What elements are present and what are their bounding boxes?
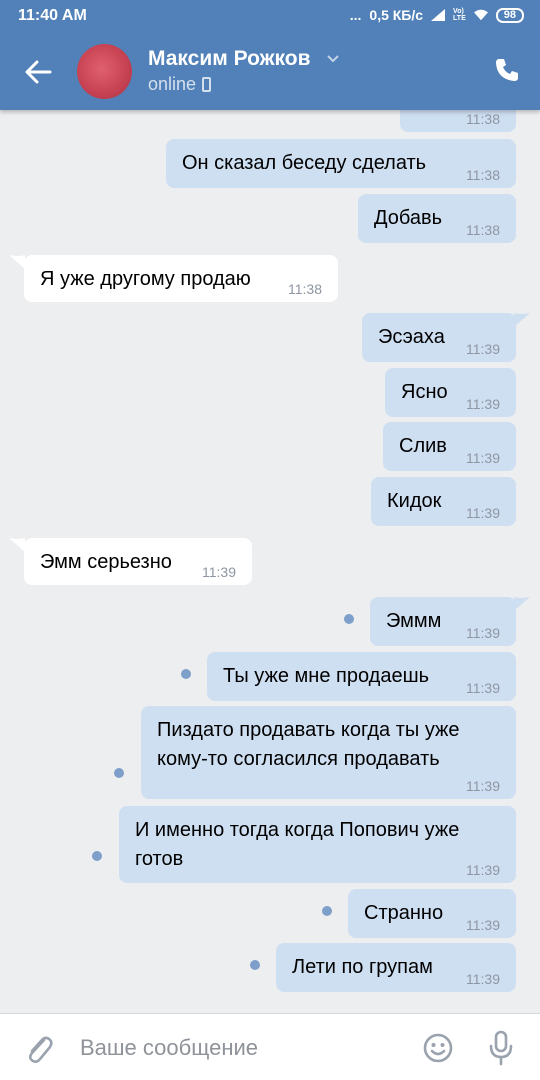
microphone-icon[interactable] [487,1030,515,1066]
message-bubble[interactable]: Эммм 11:39 [370,597,516,646]
lte-bottom: LTE [453,15,466,22]
status-time: 11:40 AM [18,7,87,24]
battery-icon: 98 [495,7,524,23]
unread-indicator [92,851,102,861]
message-bubble[interactable]: Слив 11:39 [383,422,516,471]
emoji-icon[interactable] [422,1032,454,1064]
bubble-tail [514,597,530,611]
message-time: 11:38 [288,281,322,297]
message-time: 11:38 [466,222,500,238]
message-text: Ясно [401,381,448,403]
message-text: Ты уже мне продаешь [223,665,430,687]
message-bubble[interactable]: Добавь 11:38 [358,194,516,243]
message-line: И именно тогда когда Попович уже [135,819,460,841]
message-text: Странно [364,902,444,924]
message-text: Эсэаха [378,326,445,348]
message-bubble[interactable]: Странно 11:39 [348,889,516,938]
message-text: Я уже другому продаю [40,268,251,290]
message-time: 11:39 [466,341,500,357]
unread-indicator [114,768,124,778]
unread-indicator [250,960,260,970]
message-list[interactable]: Все 11:38 Он сказал беседу сделать 11:38… [0,110,540,1013]
bubble-tail [514,313,530,327]
message-bubble[interactable]: Ты уже мне продаешь 11:39 [207,652,516,701]
message-text: Пиздато продавать когда ты уже кому-то с… [157,716,460,774]
message-text: И именно тогда когда Попович уже готов [135,816,459,874]
message-text: Все [416,110,450,119]
message-time: 11:39 [466,505,500,521]
unread-indicator [181,669,191,679]
presence-status: online [148,74,212,95]
message-text: Эмм серьезно [40,551,172,573]
bubble-tail [9,255,25,269]
unread-indicator [344,614,354,624]
message-time: 11:39 [466,971,500,987]
contact-name[interactable]: Максим Рожков [148,47,311,71]
message-time: 11:38 [466,111,500,127]
presence-label: online [148,74,197,94]
message-text: Слив [399,435,447,457]
message-line: кому-то согласился продавать [157,748,440,770]
message-bubble[interactable]: Пиздато продавать когда ты уже кому-то с… [141,706,516,799]
message-line: Пиздато продавать когда ты уже [157,719,460,741]
network-speed: 0,5 КБ/с [369,7,424,23]
message-bubble[interactable]: Все 11:38 [400,110,516,132]
lte-icon: Vo) LTE [453,8,466,22]
message-bubble[interactable]: Кидок 11:39 [371,477,516,526]
back-arrow-icon[interactable] [22,56,54,88]
attach-icon[interactable] [24,1032,54,1064]
bubble-tail [9,538,25,552]
chevron-down-icon[interactable] [326,52,340,66]
lte-top: Vo) [453,8,464,15]
phone-call-icon[interactable] [494,57,520,83]
message-text: Кидок [387,490,442,512]
message-bubble[interactable]: Я уже другому продаю 11:38 [24,255,338,302]
message-text: Добавь [374,207,443,229]
message-time: 11:39 [466,778,500,794]
message-text: Лети по групам [292,956,433,978]
unread-indicator [322,906,332,916]
message-composer: Ваше сообщение [0,1013,540,1080]
message-bubble[interactable]: Эсэаха 11:39 [362,313,516,362]
message-time: 11:39 [466,396,500,412]
message-line: готов [135,848,184,870]
mobile-device-icon [202,77,212,92]
message-bubble[interactable]: Ясно 11:39 [385,368,516,417]
message-bubble[interactable]: Он сказал беседу сделать 11:38 [166,139,516,188]
message-time: 11:39 [466,680,500,696]
message-input[interactable]: Ваше сообщение [80,1035,258,1061]
status-bar: 11:40 AM ... 0,5 КБ/с Vo) LTE 98 [0,0,540,32]
message-time: 11:38 [466,167,500,183]
message-time: 11:39 [466,450,500,466]
message-time: 11:39 [466,862,500,878]
message-time: 11:39 [466,625,500,641]
status-ellipsis: ... [349,7,362,23]
message-bubble[interactable]: Лети по групам 11:39 [276,943,516,992]
message-time: 11:39 [466,917,500,933]
message-bubble[interactable]: И именно тогда когда Попович уже готов 1… [119,806,516,883]
message-time: 11:39 [202,564,236,580]
status-right: ... 0,5 КБ/с Vo) LTE 98 [350,7,524,23]
message-text: Эммм [386,610,442,632]
message-bubble[interactable]: Эмм серьезно 11:39 [24,538,252,585]
signal-icon [431,9,446,21]
message-text: Он сказал беседу сделать [182,152,427,174]
avatar[interactable] [77,44,132,99]
wifi-icon [473,9,488,21]
app-header: 11:40 AM ... 0,5 КБ/с Vo) LTE 98 Максим … [0,0,540,110]
